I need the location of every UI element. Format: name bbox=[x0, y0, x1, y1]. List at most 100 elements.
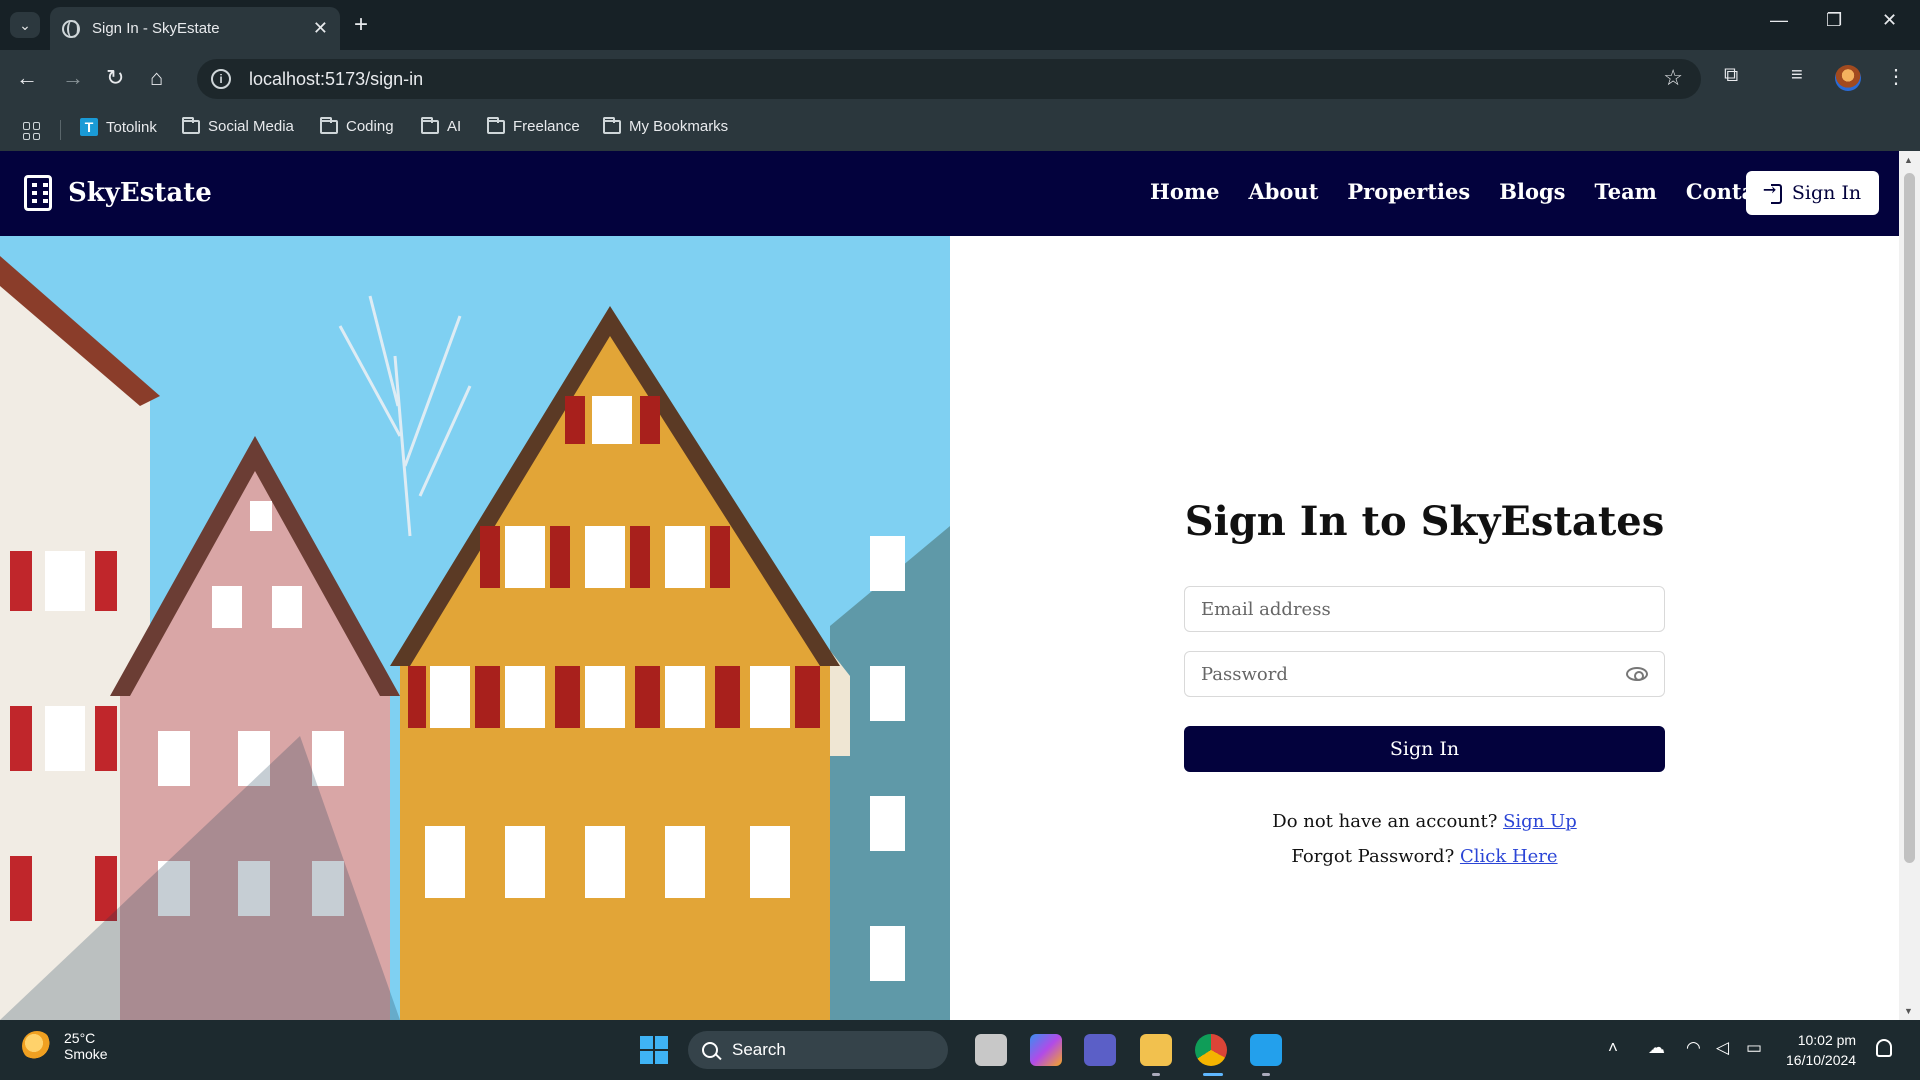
password-field[interactable] bbox=[1184, 651, 1665, 697]
sign-in-submit-button[interactable]: Sign In bbox=[1184, 726, 1665, 772]
bookmark-coding[interactable]: Coding bbox=[320, 116, 394, 135]
bookmark-label: Social Media bbox=[208, 118, 294, 135]
taskbar-search-label: Search bbox=[732, 1040, 786, 1059]
home-button[interactable]: ⌂ bbox=[150, 64, 163, 92]
bookmark-social-media[interactable]: Social Media bbox=[182, 116, 294, 135]
building-icon bbox=[24, 175, 52, 211]
onedrive-icon[interactable]: ☁ bbox=[1648, 1038, 1665, 1058]
extensions-icon[interactable]: ⧉ bbox=[1724, 64, 1738, 87]
taskbar: 25°C Smoke Search ˄ ☁ ◠ ◁ ▭ 10:02 pm 16/… bbox=[0, 1020, 1920, 1080]
back-button[interactable]: ← bbox=[16, 64, 38, 92]
bookmark-my-bookmarks[interactable]: My Bookmarks bbox=[603, 116, 729, 135]
password-input[interactable] bbox=[1201, 663, 1626, 685]
taskbar-clock[interactable]: 10:02 pm 16/10/2024 bbox=[1786, 1030, 1856, 1070]
globe-icon bbox=[62, 19, 80, 38]
sign-in-section: Sign In to SkyEstates Sign In Do not hav… bbox=[950, 236, 1899, 1020]
houses-illustration bbox=[0, 236, 950, 1020]
bookmark-label: Totolink bbox=[106, 118, 157, 136]
email-field[interactable] bbox=[1184, 586, 1665, 632]
taskbar-search[interactable]: Search bbox=[688, 1031, 948, 1069]
bookmark-ai[interactable]: AI bbox=[421, 116, 462, 135]
url-text: localhost:5173/sign-in bbox=[249, 68, 424, 89]
profile-avatar[interactable] bbox=[1835, 65, 1861, 91]
bookmark-separator bbox=[60, 120, 61, 140]
nav-properties[interactable]: Properties bbox=[1347, 179, 1470, 204]
bookmark-totolink[interactable]: T Totolink bbox=[80, 118, 157, 136]
notification-bell-icon[interactable] bbox=[1876, 1039, 1892, 1057]
bookmark-label: Freelance bbox=[513, 118, 580, 135]
media-controls-icon[interactable]: ≡ bbox=[1791, 64, 1803, 87]
search-icon bbox=[702, 1042, 718, 1058]
folder-icon bbox=[320, 116, 338, 134]
teams-icon[interactable] bbox=[1084, 1034, 1116, 1066]
bookmark-label: My Bookmarks bbox=[629, 118, 729, 135]
volume-icon[interactable]: ◁ bbox=[1716, 1038, 1729, 1058]
nav-home[interactable]: Home bbox=[1150, 179, 1219, 204]
new-tab-button[interactable]: + bbox=[354, 11, 368, 39]
minimize-button[interactable]: — bbox=[1770, 10, 1788, 31]
vscode-icon[interactable] bbox=[1250, 1034, 1282, 1066]
menu-icon[interactable]: ⋮ bbox=[1886, 64, 1906, 89]
browser-tab-bar: ⌄ Sign In - SkyEstate ✕ + — ❐ ✕ bbox=[0, 0, 1920, 50]
signup-prompt: Do not have an account? Sign Up bbox=[950, 811, 1899, 832]
scroll-down-icon[interactable]: ▼ bbox=[1904, 1006, 1913, 1016]
tab-search-button[interactable]: ⌄ bbox=[10, 12, 40, 38]
address-bar[interactable]: i localhost:5173/sign-in ☆ bbox=[197, 59, 1701, 99]
weather-temp: 25°C bbox=[64, 1030, 96, 1046]
hero-image bbox=[0, 236, 950, 1020]
folder-icon bbox=[603, 116, 621, 134]
tab-title: Sign In - SkyEstate bbox=[92, 20, 220, 37]
weather-desc: Smoke bbox=[64, 1046, 108, 1062]
site-header: SkyEstate Home About Properties Blogs Te… bbox=[0, 151, 1899, 236]
header-sign-in-button[interactable]: Sign In bbox=[1746, 171, 1879, 215]
clock-date: 16/10/2024 bbox=[1786, 1052, 1857, 1068]
active-indicator bbox=[1262, 1073, 1270, 1076]
page-title: Sign In to SkyEstates bbox=[1184, 498, 1665, 545]
show-hidden-icons[interactable]: ˄ bbox=[1608, 1038, 1618, 1058]
page-scrollbar[interactable]: ▲ ▼ bbox=[1899, 151, 1920, 1020]
restore-button[interactable]: ❐ bbox=[1826, 10, 1842, 31]
scroll-thumb[interactable] bbox=[1904, 173, 1915, 863]
folder-icon bbox=[182, 116, 200, 134]
close-tab-icon[interactable]: ✕ bbox=[313, 18, 328, 39]
bookmarks-bar: T Totolink Social Media Coding AI Freela… bbox=[0, 108, 1920, 151]
bookmark-star-icon[interactable]: ☆ bbox=[1663, 65, 1683, 91]
totolink-icon: T bbox=[80, 118, 98, 136]
windows-start-icon[interactable] bbox=[640, 1036, 668, 1064]
file-explorer-icon[interactable] bbox=[1140, 1034, 1172, 1066]
folder-icon bbox=[421, 116, 439, 134]
browser-tab[interactable]: Sign In - SkyEstate ✕ bbox=[50, 7, 340, 50]
sign-up-link[interactable]: Sign Up bbox=[1503, 811, 1577, 832]
no-account-text: Do not have an account? bbox=[1272, 811, 1498, 832]
header-sign-in-label: Sign In bbox=[1791, 182, 1862, 204]
clock-time: 10:02 pm bbox=[1797, 1032, 1857, 1048]
nav-blogs[interactable]: Blogs bbox=[1499, 179, 1565, 204]
wifi-icon[interactable]: ◠ bbox=[1686, 1038, 1701, 1058]
nav-team[interactable]: Team bbox=[1594, 179, 1656, 204]
apps-grid-icon[interactable] bbox=[23, 122, 41, 140]
forgot-password-link[interactable]: Click Here bbox=[1460, 846, 1558, 867]
bookmark-label: Coding bbox=[346, 118, 394, 135]
close-window-button[interactable]: ✕ bbox=[1882, 10, 1897, 31]
reload-button[interactable]: ↻ bbox=[106, 64, 124, 92]
folder-icon bbox=[487, 116, 505, 134]
show-password-eye-icon[interactable] bbox=[1626, 667, 1648, 681]
forgot-password-prompt: Forgot Password? Click Here bbox=[950, 846, 1899, 867]
email-input[interactable] bbox=[1201, 598, 1648, 620]
task-view-icon[interactable] bbox=[975, 1034, 1007, 1066]
weather-widget[interactable]: 25°C Smoke bbox=[22, 1030, 108, 1062]
copilot-icon[interactable] bbox=[1030, 1034, 1062, 1066]
chrome-icon[interactable] bbox=[1195, 1034, 1227, 1066]
scroll-up-icon[interactable]: ▲ bbox=[1904, 155, 1913, 165]
bookmark-label: AI bbox=[447, 118, 462, 135]
browser-toolbar: ← → ↻ ⌂ i localhost:5173/sign-in ☆ ⧉ ≡ ⋮ bbox=[0, 50, 1920, 108]
battery-icon[interactable]: ▭ bbox=[1746, 1038, 1762, 1058]
site-info-icon[interactable]: i bbox=[211, 69, 231, 89]
main-nav: Home About Properties Blogs Team Contact bbox=[1150, 179, 1778, 204]
bookmark-freelance[interactable]: Freelance bbox=[487, 116, 580, 135]
nav-about[interactable]: About bbox=[1248, 179, 1318, 204]
brand-name: SkyEstate bbox=[68, 178, 212, 208]
forward-button[interactable]: → bbox=[62, 64, 84, 92]
brand-logo[interactable]: SkyEstate bbox=[24, 175, 212, 211]
active-indicator bbox=[1203, 1073, 1223, 1076]
